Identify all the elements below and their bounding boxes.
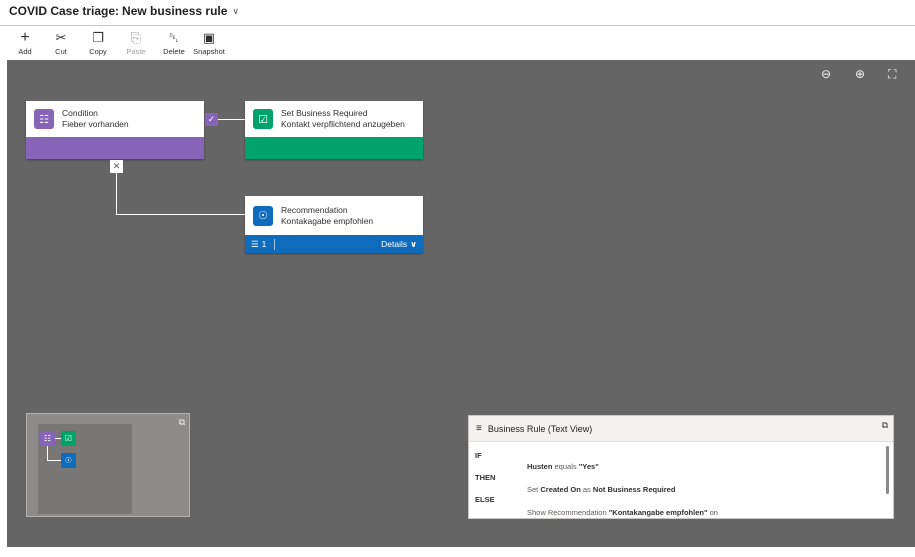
action-card-header: ☑ Set Business Required Kontakt verpflic… [245,101,423,137]
then-clause: Set Created On as Not Business Required [527,485,676,494]
delete-label: Delete [163,47,185,56]
condition-card[interactable]: ☷ Condition Fieber vorhanden [26,101,204,159]
trash-icon: ␡ [168,30,180,45]
text-view-scrollbar[interactable] [886,446,889,494]
recommendation-count[interactable]: ☰ 1 [251,238,276,250]
scissors-icon: ✂ [55,30,67,45]
cut-label: Cut [55,47,67,56]
action-description: Kontakt verpflichtend anzugeben [281,119,405,129]
text-view-header: ≡ Business Rule (Text View) [469,416,893,442]
snapshot-button[interactable]: ▣ Snapshot [192,30,226,57]
zoom-out-icon[interactable]: ⊖ [821,67,831,81]
recommendation-description: Kontakagabe empfohlen [281,215,374,226]
condition-type: Condition [62,108,98,118]
condition-footer [26,137,204,159]
expand-minimap-icon[interactable]: ⧉ [179,417,185,428]
minimap-recommendation-icon: ☉ [61,453,76,468]
details-label: Details [381,239,408,249]
toolbar: + Add ✂ Cut ❐ Copy ⎘ Paste ␡ Delete ▣ Sn… [8,29,226,59]
clipboard-icon: ⎘ [130,30,142,45]
if-clause: Husten equals "Yes" [527,462,599,471]
copy-icon: ❐ [92,30,104,45]
no-connector-vertical [116,173,117,214]
else-clause: Show Recommendation "Kontakangabe empfoh… [527,508,718,517]
action-type: Set Business Required [281,108,368,118]
entity-name: COVID Case triage: [9,4,120,18]
paste-button[interactable]: ⎘ Paste [116,30,156,57]
zoom-in-icon[interactable]: ⊕ [855,67,865,81]
designer-canvas[interactable]: ⊖ ⊕ ⛶ ☷ Condition Fieber vorhanden ✓ ☑ S… [7,60,915,547]
yes-connector [218,119,245,120]
chevron-down-icon[interactable]: ∨ [232,6,239,17]
recommendation-details-bar: ☰ 1 Details ∨ [245,235,423,253]
plus-icon: + [20,29,30,46]
delete-button[interactable]: ␡ Delete [156,30,192,57]
text-view-icon: ≡ [476,423,482,434]
add-button[interactable]: + Add [8,29,42,57]
recommendation-card-header: ☉ Recommendation Kontakagabe empfohlen [245,196,423,235]
title-divider [0,25,915,26]
condition-description: Fieber vorhanden [62,119,129,129]
recommendation-type: Recommendation [281,204,348,215]
minimap-condition-icon: ☷ [40,431,55,446]
details-button[interactable]: Details ∨ [381,239,417,250]
add-label: Add [18,47,32,56]
title-bar: COVID Case triage: New business rule ∨ [0,0,915,22]
check-square-icon: ☑ [253,109,273,129]
chevron-down-icon: ∨ [410,238,417,249]
minimap-viewport[interactable]: ☷ ☑ ☉ [38,424,132,514]
condition-card-header: ☷ Condition Fieber vorhanden [26,101,204,137]
text-view-title: Business Rule (Text View) [487,423,593,434]
action-footer [245,137,423,159]
camera-icon: ▣ [202,30,216,45]
list-icon: ☰ [251,238,259,249]
copy-label: Copy [89,47,107,56]
recommendation-count-value: 1 [261,239,267,249]
minimap[interactable]: ⧉ ☷ ☑ ☉ [26,413,190,517]
snapshot-label: Snapshot [193,47,225,56]
no-branch-close-icon[interactable]: ✕ [110,160,123,173]
business-rule-text-view: ≡ Business Rule (Text View) ⧉ IF Husten … [468,415,894,519]
paste-label: Paste [126,47,146,56]
no-connector-horizontal [116,214,245,215]
if-keyword: IF [475,451,482,460]
fit-to-screen-icon[interactable]: ⛶ [888,67,896,82]
cut-button[interactable]: ✂ Cut [42,30,80,57]
minimap-no-line-vertical [47,446,48,460]
minimap-action-icon: ☑ [61,431,76,446]
yes-branch-check-icon[interactable]: ✓ [205,113,218,126]
recommendation-card[interactable]: ☉ Recommendation Kontakagabe empfohlen ☰… [245,196,423,253]
rule-name[interactable]: New business rule [122,4,227,18]
minimap-no-line-horizontal [47,460,61,461]
lightbulb-icon: ☉ [253,205,273,226]
text-view-body[interactable]: IF Husten equals "Yes" THEN Set Created … [469,442,893,518]
else-keyword: ELSE [475,495,495,504]
set-business-required-card[interactable]: ☑ Set Business Required Kontakt verpflic… [245,101,423,159]
expand-text-view-icon[interactable]: ⧉ [882,420,888,431]
then-keyword: THEN [475,473,496,482]
copy-button[interactable]: ❐ Copy [80,30,116,57]
condition-icon: ☷ [34,109,54,129]
